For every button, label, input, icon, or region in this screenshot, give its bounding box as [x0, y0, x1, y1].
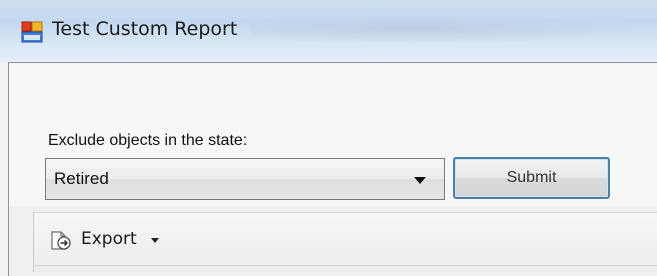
exclude-state-label: Exclude objects in the state:	[48, 132, 248, 149]
export-dropdown-caret-icon[interactable]	[151, 238, 159, 243]
toolbar-divider	[33, 265, 657, 266]
window-title: Test Custom Report	[52, 18, 238, 40]
export-icon[interactable]	[49, 230, 73, 252]
dropdown-arrow-icon[interactable]	[414, 177, 426, 184]
title-bar-glass	[250, 14, 650, 44]
title-bar[interactable]: Test Custom Report	[0, 0, 657, 62]
export-button[interactable]: Export	[81, 229, 137, 249]
report-window: Test Custom Report Exclude objects in th…	[0, 0, 657, 276]
state-select-value: Retired	[54, 169, 109, 188]
state-select[interactable]: Retired	[45, 158, 445, 200]
submit-button-label: Submit	[506, 169, 557, 186]
app-window-icon	[21, 21, 43, 43]
submit-button[interactable]: Submit	[453, 157, 610, 199]
